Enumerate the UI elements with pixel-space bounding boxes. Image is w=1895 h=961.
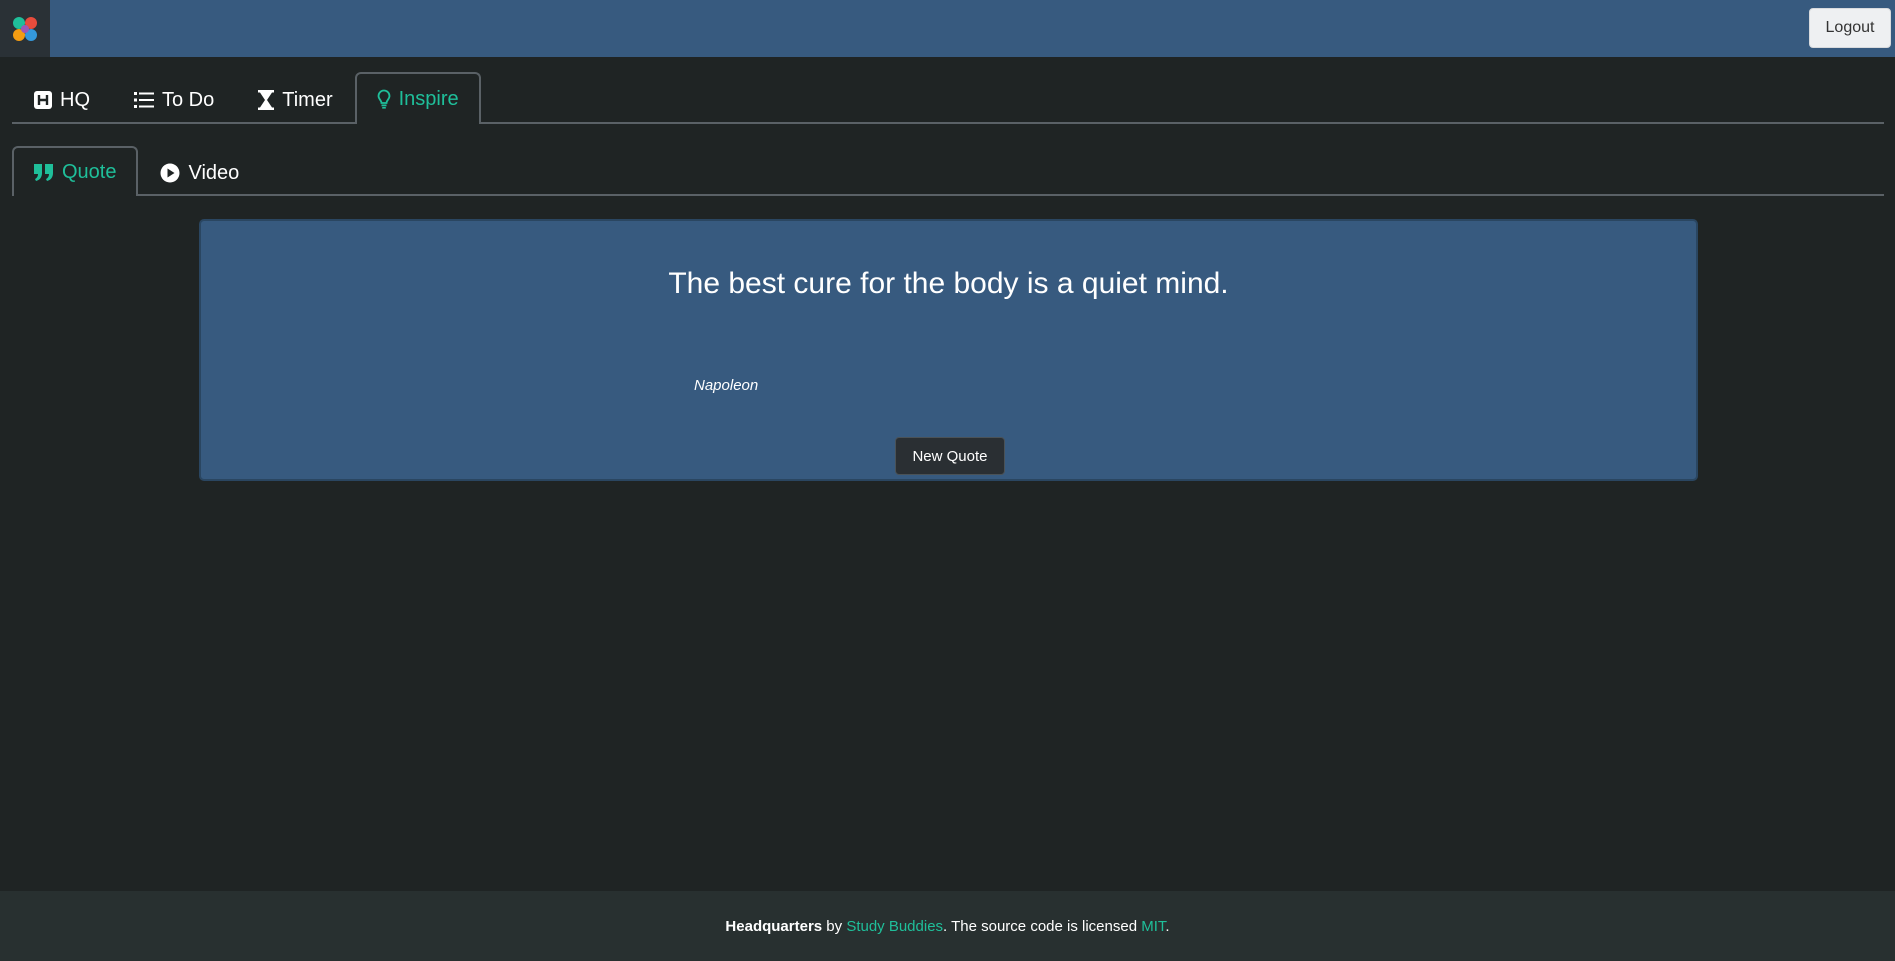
quote-author: Napoleon <box>694 377 759 394</box>
mit-license-link[interactable]: MIT <box>1141 918 1165 935</box>
quote-text: The best cure for the body is a quiet mi… <box>668 267 1229 300</box>
tab-todo[interactable]: To Do <box>112 74 236 124</box>
tab-label: To Do <box>162 88 215 111</box>
footer-license-text: . The source code is licensed <box>943 917 1142 935</box>
tab-label: Timer <box>282 88 333 111</box>
play-circle-icon <box>160 163 180 183</box>
tab-label: Quote <box>62 160 117 183</box>
tab-label: HQ <box>60 88 90 111</box>
study-buddies-link[interactable]: Study Buddies <box>846 918 943 935</box>
sub-tab-bar: Quote Video <box>12 146 1884 196</box>
lightbulb-icon <box>377 89 391 109</box>
list-icon <box>134 92 154 108</box>
tab-video[interactable]: Video <box>138 148 261 196</box>
footer-app-name: Headquarters <box>725 917 823 935</box>
logo-icon <box>13 16 37 41</box>
footer-end-text: . <box>1165 917 1170 935</box>
footer: Headquarters by Study Buddies. The sourc… <box>0 891 1895 961</box>
main-tab-bar: HQ To Do Timer Inspire <box>12 72 1884 124</box>
footer-by-text: by <box>822 917 847 935</box>
tab-hq[interactable]: HQ <box>12 74 112 124</box>
logout-button[interactable]: Logout <box>1809 8 1891 48</box>
hourglass-icon <box>258 90 275 110</box>
h-square-icon <box>34 91 52 109</box>
new-quote-button[interactable]: New Quote <box>895 437 1005 475</box>
app-logo[interactable] <box>0 0 50 57</box>
tab-inspire[interactable]: Inspire <box>354 72 481 124</box>
tab-timer[interactable]: Timer <box>236 74 354 124</box>
quote-card: The best cure for the body is a quiet mi… <box>199 219 1698 481</box>
tab-label: Inspire <box>398 87 459 110</box>
top-navbar: Logout <box>0 0 1895 57</box>
tab-quote[interactable]: Quote <box>12 146 139 196</box>
quote-icon <box>34 164 53 181</box>
tab-label: Video <box>188 161 240 184</box>
